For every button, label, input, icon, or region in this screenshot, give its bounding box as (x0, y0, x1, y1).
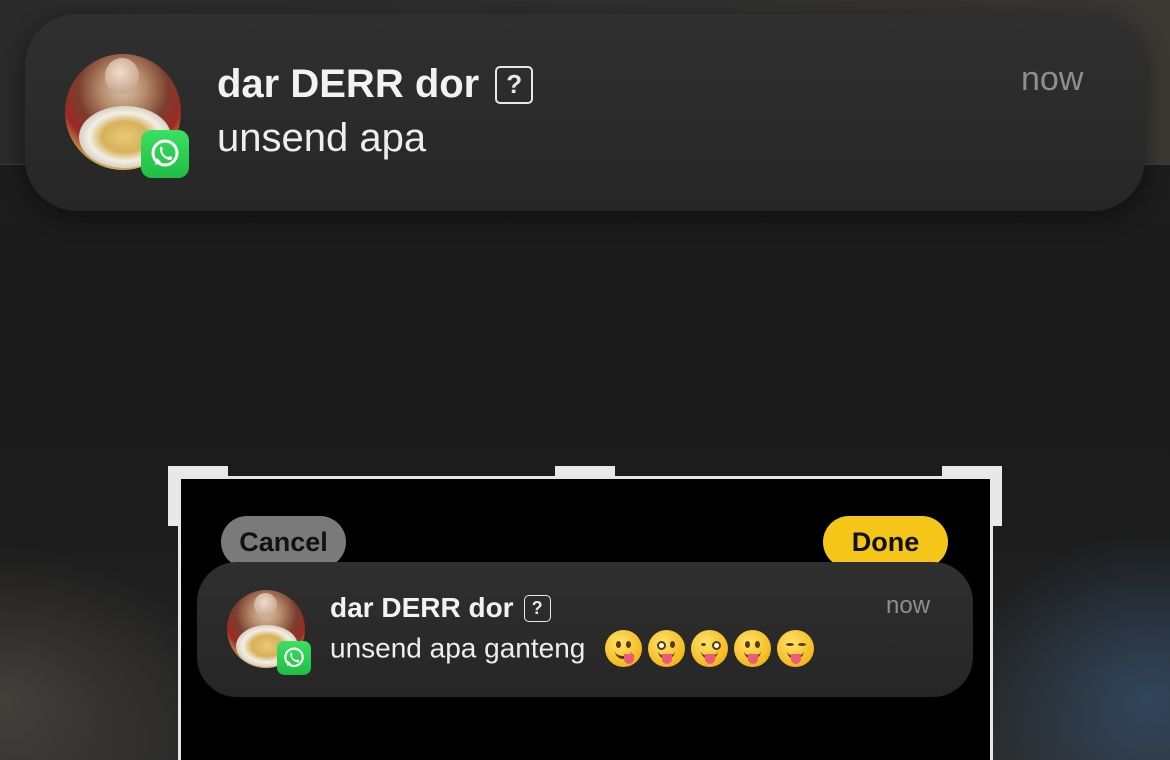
zany-face-icon (648, 630, 686, 667)
preview-unknown-glyph-box: ? (523, 594, 551, 622)
crop-handle-right-top[interactable] (992, 466, 1002, 526)
cancel-button[interactable]: Cancel (221, 516, 346, 568)
preview-sender-name-text: dar DERR dor (330, 592, 514, 623)
yum-face-icon (605, 630, 643, 667)
timestamp: now (1021, 60, 1084, 98)
emoji-row (605, 630, 815, 667)
preview-message: unsend apa ganteng (330, 630, 815, 667)
whatsapp-icon (141, 130, 189, 178)
crop-handle-left-top[interactable] (168, 466, 178, 526)
squinting-tongue-face-icon (777, 630, 815, 667)
preview-timestamp: now (886, 592, 931, 619)
message-text: unsend apa (217, 116, 427, 160)
crop-handle-top-center[interactable] (555, 466, 615, 476)
unknown-glyph-box: ? (495, 65, 534, 104)
lock-screen: dar DERR dor ? unsend apa now Cancel Don… (0, 0, 1170, 760)
preview-whatsapp-icon (277, 641, 311, 675)
preview-sender-name: dar DERR dor ? (330, 592, 551, 624)
done-button[interactable]: Done (823, 516, 948, 568)
sender-name-text: dar DERR dor (217, 62, 480, 106)
notification-banner[interactable]: dar DERR dor ? unsend apa now (25, 14, 1145, 211)
preview-notification-banner: dar DERR dor ? unsend apa ganteng now (197, 562, 973, 697)
sender-name: dar DERR dor ? (217, 62, 534, 107)
winking-tongue-face-icon (691, 630, 729, 667)
tongue-face-icon (734, 630, 772, 667)
preview-message-text: unsend apa ganteng (330, 632, 586, 664)
